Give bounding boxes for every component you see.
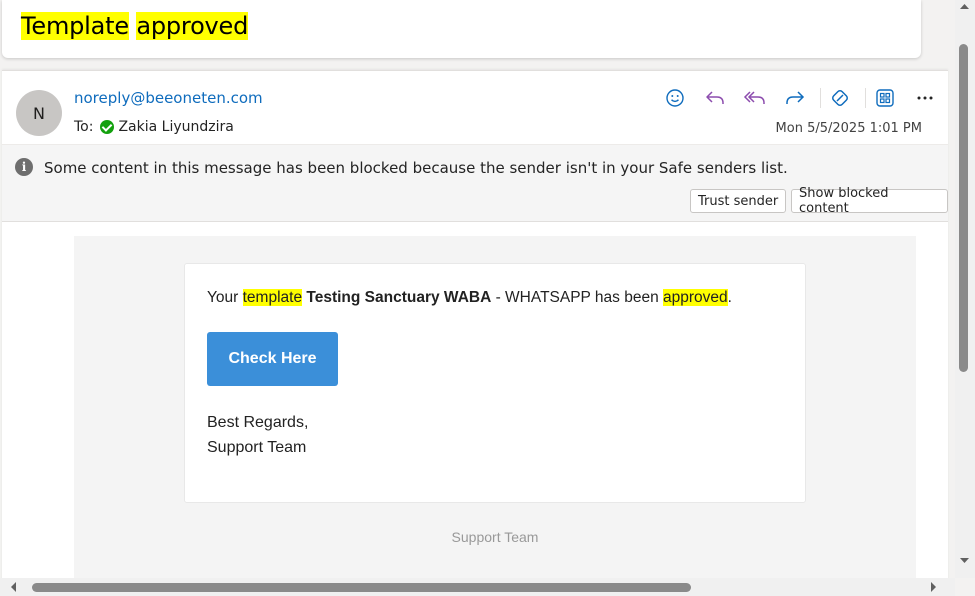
presence-available-icon — [100, 120, 115, 134]
more-icon[interactable] — [908, 85, 942, 111]
emoji-icon[interactable] — [658, 85, 692, 111]
scroll-down-icon[interactable] — [960, 557, 969, 564]
text-period: . — [727, 289, 732, 306]
text-whatsapp: - WHATSAPP has been — [491, 289, 663, 306]
subject-title: Template approved — [21, 12, 248, 40]
subject-word-template: Template — [21, 12, 129, 40]
message: N noreply@beeoneten.com To: Zakia Liyund… — [2, 70, 948, 596]
horizontal-scroll-thumb[interactable] — [32, 583, 691, 592]
approval-message: Your template Testing Sanctuary WABA - W… — [207, 289, 732, 307]
team-line: Support Team — [207, 439, 307, 456]
reading-pane: Template approved N noreply@beeoneten.co… — [0, 0, 975, 596]
reply-icon[interactable] — [698, 85, 732, 111]
apps-icon[interactable] — [868, 85, 902, 111]
text-your: Your — [207, 289, 243, 306]
highlight-template: template — [242, 289, 303, 306]
subject-word-approved: approved — [136, 12, 249, 40]
highlight-approved: approved — [663, 289, 728, 306]
email-body: Your template Testing Sanctuary WABA - W… — [74, 236, 916, 596]
forward-icon[interactable] — [778, 85, 812, 111]
blocked-content-banner: i Some content in this message has been … — [2, 144, 948, 222]
to-label: To: — [74, 119, 94, 135]
blocked-content-message: Some content in this message has been bl… — [44, 159, 788, 177]
scroll-up-icon[interactable] — [960, 3, 969, 10]
info-icon: i — [15, 158, 33, 176]
scroll-right-icon[interactable] — [930, 582, 937, 592]
vertical-scroll-thumb[interactable] — [959, 44, 968, 372]
signature: Best Regards, Support Team — [207, 410, 308, 460]
subject-card: Template approved — [2, 0, 921, 58]
check-here-button[interactable]: Check Here — [207, 332, 338, 386]
toolbar-separator — [865, 88, 866, 108]
template-name: Testing Sanctuary WABA — [306, 289, 492, 306]
email-card: Your template Testing Sanctuary WABA - W… — [184, 263, 806, 503]
toolbar-separator — [820, 88, 821, 108]
scroll-left-icon[interactable] — [10, 582, 17, 592]
message-date: Mon 5/5/2025 1:01 PM — [775, 121, 922, 136]
horizontal-scrollbar[interactable] — [0, 578, 955, 596]
reply-all-icon[interactable] — [738, 85, 772, 111]
sender-address[interactable]: noreply@beeoneten.com — [74, 89, 263, 107]
trust-sender-button[interactable]: Trust sender — [690, 189, 787, 213]
message-toolbar — [658, 85, 948, 111]
loop-icon[interactable] — [823, 85, 857, 111]
avatar[interactable]: N — [16, 90, 62, 136]
regards-line: Best Regards, — [207, 414, 309, 431]
email-footer: Support Team — [451, 529, 539, 545]
recipients-row: To: Zakia Liyundzira — [74, 119, 234, 135]
show-blocked-content-button[interactable]: Show blocked content — [791, 186, 948, 216]
recipient-name[interactable]: Zakia Liyundzira — [118, 119, 233, 135]
vertical-scrollbar[interactable] — [955, 0, 975, 578]
